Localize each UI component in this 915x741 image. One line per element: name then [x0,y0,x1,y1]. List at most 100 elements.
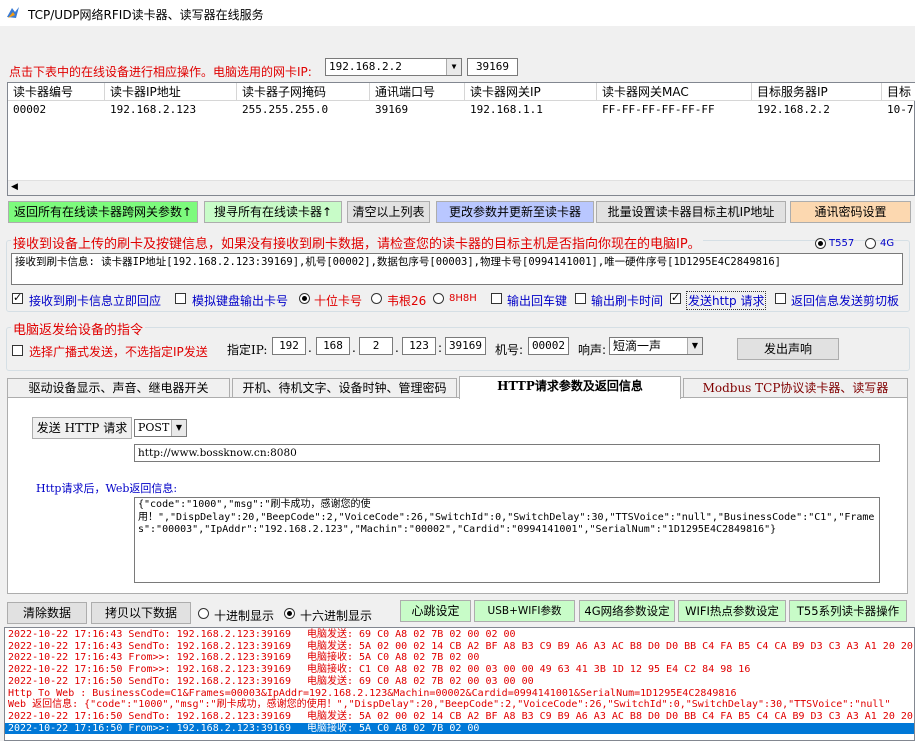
chevron-down-icon[interactable]: ▼ [446,59,461,75]
log-payload: 电脑发送: 69 C0 A8 02 7B 02 00 02 00 [306,629,516,640]
t557-label: T557 [829,238,855,249]
table-cell: FF-FF-FF-FF-FF-FF [602,103,715,116]
http-method-value: POST [138,421,170,434]
ip-octet-2[interactable]: 168 [316,337,350,355]
clear-data-button[interactable]: 清除数据 [7,602,87,624]
received-card-info[interactable]: 接收到刷卡信息: 读卡器IP地址[192.168.2.123:39169],机号… [11,253,903,285]
column-header[interactable]: 读卡器编号 [8,83,105,101]
ip-octet-1[interactable]: 192 [272,337,306,355]
send-http-request-button[interactable]: 发送 HTTP 请求 [32,417,132,439]
wifi-hotspot-button[interactable]: WIFI热点参数设定 [678,600,786,622]
machine-number-field[interactable]: 00002 [528,337,569,355]
4g-network-button[interactable]: 4G网络参数设定 [579,600,675,622]
chevron-down-icon[interactable]: ▼ [171,420,186,436]
table-cell: 10-7 [887,103,914,116]
log-source: Web 返回信息: {"code":"1000","msg":"刷卡成功，感谢您… [8,699,891,711]
4g-label: 4G [880,238,895,249]
http-method-select[interactable]: POST ▼ [134,419,187,437]
respond-immediately-checkbox[interactable] [12,291,23,304]
column-header[interactable]: 读卡器网关MAC [597,83,752,101]
column-header[interactable]: 读卡器IP地址 [105,83,237,101]
ip-dot: . [395,341,399,355]
communication-log[interactable]: 2022-10-22 17:16:43 SendTo: 192.168.2.12… [4,627,915,741]
nic-port-field[interactable]: 39169 [467,58,518,76]
response-line: {"code":"1000","msg":"刷卡成功，感谢您的使 [138,499,371,510]
ip-octet-3[interactable]: 2 [359,337,393,355]
send-http-checkbox[interactable] [670,291,681,304]
update-params-button[interactable]: 更改参数并更新至读卡器 [436,201,594,223]
column-header[interactable]: 目标 [882,83,915,101]
comm-password-button[interactable]: 通讯密码设置 [790,201,911,223]
web-response-textarea[interactable]: {"code":"1000","msg":"刷卡成功，感谢您的使 用！","Di… [134,497,880,583]
log-payload: 电脑发送: 5A 02 00 02 14 CB A2 BF A8 B3 C9 B… [306,640,913,652]
horizontal-scrollbar[interactable]: ◀ [8,180,914,195]
return-all-params-button[interactable]: 返回所有在线读卡器跨网关参数↑ [8,201,198,223]
log-source: 2022-10-22 17:16:43 From>>: 192.168.2.12… [8,652,291,664]
t557-radio[interactable] [815,238,826,249]
log-line: 2022-10-22 17:16:43 From>>: 192.168.2.12… [8,652,479,664]
column-header[interactable]: 读卡器子网掩码 [237,83,370,101]
broadcast-checkbox[interactable] [12,345,23,356]
log-payload: 电脑接收: 5A C0 A8 02 7B 02 00 [306,652,480,664]
log-line: 2022-10-22 17:16:50 From>>: 192.168.2.12… [5,722,914,735]
wiegand26-radio[interactable] [371,293,382,304]
table-cell: 192.168.1.1 [470,103,543,116]
response-line: s":"00003","IpAddr":"192.168.2.123","Mac… [138,524,777,535]
log-payload: 电脑发送: 69 C0 A8 02 7B 02 00 03 00 00 [306,675,534,687]
column-header[interactable]: 读卡器网关IP [465,83,597,101]
http-url-field[interactable]: http://www.bossknow.cn:8080 [134,444,880,462]
ip-octet-4[interactable]: 123 [402,337,436,355]
column-header[interactable]: 通讯端口号 [370,83,465,101]
decimal-radio[interactable] [198,608,209,619]
send-http-label: 发送http 请求 [686,291,767,310]
ten-digit-radio[interactable] [299,293,310,304]
copy-data-button[interactable]: 拷贝以下数据 [91,602,191,624]
hex-label: 十六进制显示 [300,609,373,623]
table-cell: 255.255.255.0 [242,103,329,116]
tab-power-text[interactable]: 开机、待机文字、设备时钟、管理密码 [232,378,457,398]
http-tab-panel: 发送 HTTP 请求 POST ▼ http://www.bossknow.cn… [7,397,908,594]
output-enter-checkbox[interactable] [491,293,502,304]
log-source: Http To Web : BusinessCode=C1&Frames=000… [8,687,737,699]
4g-radio[interactable] [865,238,876,249]
clear-list-button[interactable]: 清空以上列表 [347,201,430,223]
sound-label: 响声: [578,343,607,357]
column-header[interactable]: 目标服务器IP [752,83,882,101]
command-group-title: 电脑返发给设备的指令 [11,319,146,338]
log-source: 2022-10-22 17:16:50 SendTo: 192.168.2.12… [8,675,291,687]
log-line: 2022-10-22 17:16:43 SendTo: 192.168.2.12… [8,641,913,653]
search-all-readers-button[interactable]: 搜寻所有在线读卡器↑ [204,201,342,223]
keyboard-output-checkbox[interactable] [175,293,186,304]
heartbeat-button[interactable]: 心跳设定 [400,600,471,622]
batch-target-ip-button[interactable]: 批量设置读卡器目标主机IP地址 [596,201,786,223]
log-source: 2022-10-22 17:16:50 From>>: 192.168.2.12… [8,722,291,734]
clipboard-checkbox[interactable] [775,293,786,304]
nic-ip-select[interactable]: 192.168.2.2 ▼ [325,58,462,76]
log-line: Http To Web : BusinessCode=C1&Frames=000… [8,688,736,700]
table-cell: 00002 [13,103,47,116]
tab-modbus[interactable]: Modbus TCP协议读卡器、读写器 [683,378,908,398]
table-cell: 192.168.2.2 [757,103,830,116]
nic-ip-value: 192.168.2.2 [329,60,402,73]
table-cell: 192.168.2.123 [110,103,197,116]
ip-dot: . [308,341,312,355]
log-source: 2022-10-22 17:16:50 From>>: 192.168.2.12… [8,664,291,676]
usb-wifi-button[interactable]: USB+WIFI参数 [474,600,575,622]
ip-dot: . [352,341,356,355]
tab-http[interactable]: HTTP请求参数及返回信息 [459,376,681,399]
sound-select-value: 短滴一声 [613,339,662,353]
target-ip-label: 指定IP: [227,343,268,357]
8h8h-radio[interactable] [433,293,444,304]
log-line: 2022-10-22 17:16:43 SendTo: 192.168.2.12… [8,629,516,641]
beep-button[interactable]: 发出声响 [737,338,839,360]
tab-device-display[interactable]: 驱动设备显示、声音、继电器开关 [7,378,230,398]
t55-reader-button[interactable]: T55系列读卡器操作 [789,600,907,622]
hex-radio[interactable] [284,608,295,619]
sound-select[interactable]: 短滴一声 ▼ [609,337,703,355]
output-time-checkbox[interactable] [575,293,586,304]
target-port-field[interactable]: 39169 [445,337,486,355]
table-cell: 39169 [375,103,409,116]
scroll-left-icon[interactable]: ◀ [11,182,18,192]
chevron-down-icon[interactable]: ▼ [687,338,702,354]
device-table[interactable]: 读卡器编号 读卡器IP地址 读卡器子网掩码 通讯端口号 读卡器网关IP 读卡器网关MAC 目… [7,82,915,196]
